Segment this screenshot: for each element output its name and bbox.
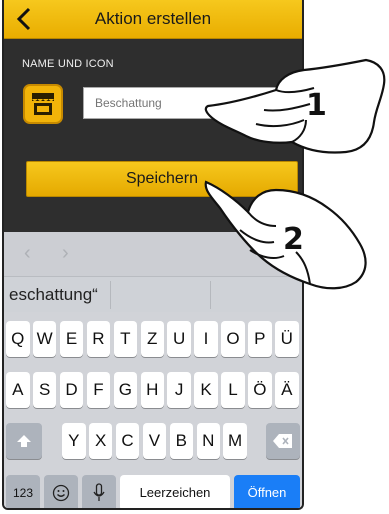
chevron-left-icon[interactable]: ‹ [24,242,31,265]
key-g[interactable]: G [113,372,138,408]
key-h[interactable]: H [140,372,164,408]
section-label: NAME UND ICON [22,58,114,70]
key-q[interactable]: Q [6,321,30,357]
key-i[interactable]: I [194,321,218,357]
step-number-1: 1 [306,88,327,123]
key-w[interactable]: W [32,321,57,357]
page-title: Aktion erstellen [94,9,212,28]
dictation-key[interactable] [82,475,116,508]
prediction-suggestion[interactable]: eschattung“ [9,285,98,305]
key-z[interactable]: Z [140,321,164,357]
keyboard: QWERTZUIOPÜ ASDFGHJKLÖÄ YXCVBNM 123 Leer… [4,312,302,508]
emoji-icon [52,484,70,502]
return-key[interactable]: Öffnen [234,475,300,508]
key-s[interactable]: S [32,372,57,408]
key-a[interactable]: A [6,372,30,408]
key-v[interactable]: V [142,423,167,459]
shift-arrow-icon [17,435,31,447]
key-d[interactable]: D [59,372,84,408]
key-ö[interactable]: Ö [248,372,272,408]
delete-key[interactable] [266,423,300,459]
key-o[interactable]: O [221,321,245,357]
back-arrow-icon[interactable] [12,6,38,32]
chevron-right-icon[interactable]: › [62,242,69,265]
key-p[interactable]: P [248,321,272,357]
app-header: Aktion erstellen [4,0,302,39]
backspace-icon [273,434,292,448]
pointing-hand-icon [204,58,386,154]
key-b[interactable]: B [169,423,194,459]
key-ä[interactable]: Ä [275,372,299,408]
shift-key[interactable] [6,423,42,459]
space-key[interactable]: Leerzeichen [120,475,230,508]
prediction-divider [110,281,111,309]
key-k[interactable]: K [194,372,218,408]
key-f[interactable]: F [86,372,111,408]
storefront-icon [32,93,54,115]
key-t[interactable]: T [113,321,138,357]
key-n[interactable]: N [196,423,220,459]
key-m[interactable]: M [223,423,247,459]
key-u[interactable]: U [167,321,191,357]
key-ü[interactable]: Ü [275,321,299,357]
key-r[interactable]: R [86,321,111,357]
numbers-key[interactable]: 123 [6,475,40,508]
key-l[interactable]: L [221,372,245,408]
emoji-key[interactable] [44,475,78,508]
key-c[interactable]: C [115,423,140,459]
key-e[interactable]: E [59,321,84,357]
microphone-icon [93,483,105,501]
key-y[interactable]: Y [62,423,86,459]
shop-icon-button[interactable] [23,84,63,124]
key-j[interactable]: J [167,372,191,408]
key-x[interactable]: X [88,423,113,459]
step-number-2: 2 [283,222,304,257]
